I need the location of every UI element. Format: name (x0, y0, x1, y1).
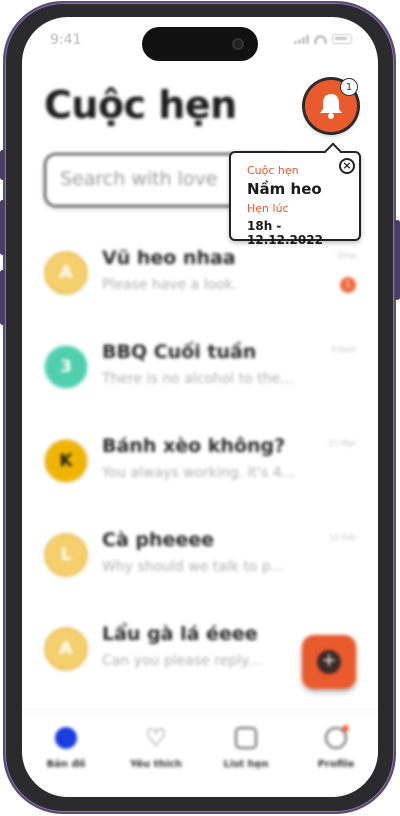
tab-profile[interactable]: Profile (296, 725, 376, 770)
list-item-time: 27 Mar (328, 439, 356, 448)
tab-appointments[interactable]: List hẹn (206, 727, 286, 770)
list-item[interactable]: L Cà pheeee Why should we talk to p... 1… (22, 523, 378, 593)
unread-badge: 1 (340, 277, 356, 293)
list-item-title: Cà pheeee (102, 529, 215, 551)
plus-icon: + (317, 650, 341, 674)
list-item-preview: Can you please reply... (102, 653, 261, 669)
page-title: Cuộc hẹn (44, 83, 237, 127)
list-item-time: 12 Feb (329, 533, 356, 542)
list-item-preview: You always working. It's 4... (102, 465, 296, 481)
app-screen: 9:41 Cuộc hẹn A Vũ heo nhaa Please have … (22, 17, 378, 797)
avatar: K (44, 439, 88, 483)
list-item-title: Bánh xèo không? (102, 435, 286, 457)
bell-icon (320, 94, 342, 119)
list-item[interactable]: K Bánh xèo không? You always working. It… (22, 429, 378, 499)
tab-bar: Bản đồ Yêu thích List hẹn Profile (22, 710, 378, 797)
list-icon (235, 727, 257, 749)
avatar: A (44, 627, 88, 671)
avatar: A (44, 251, 88, 295)
avatar: 3 (44, 345, 88, 389)
list-item[interactable]: A Vũ heo nhaa Please have a look. Urne 1 (22, 241, 378, 311)
tab-label: Yêu thích (129, 759, 183, 770)
tab-map[interactable]: Bản đồ (26, 727, 106, 770)
list-item[interactable]: 3 BBQ Cuối tuần There is no alcohol to t… (22, 335, 378, 405)
tab-label: List hẹn (223, 759, 269, 770)
tab-label: Bản đồ (46, 759, 86, 770)
list-item-time: Urne (337, 251, 356, 260)
list-item-preview: Please have a look. (102, 277, 238, 293)
power-button (395, 220, 400, 300)
avatar: L (44, 533, 88, 577)
popup-appointment-time: 18h - 12.12.2022 (247, 219, 323, 247)
popup-label-appointment: Cuộc hẹn (247, 164, 299, 177)
volume-up-button (0, 200, 5, 255)
list-item-title: Vũ heo nhaa (102, 247, 236, 269)
silent-switch (0, 150, 5, 180)
heart-icon (145, 727, 167, 749)
list-item-preview: Why should we talk to p... (102, 559, 285, 575)
tab-favorites[interactable]: Yêu thích (116, 727, 196, 770)
close-icon[interactable]: × (339, 158, 355, 174)
list-item-time: 3:0am (330, 345, 356, 354)
blurred-background: Cuộc hẹn A Vũ heo nhaa Please have a loo… (22, 17, 378, 797)
popup-appointment-name: Nầm heo (247, 180, 322, 198)
list-item-preview: There is no alcohol to the... (102, 371, 294, 387)
map-icon (55, 727, 77, 749)
notification-count-badge: 1 (340, 78, 358, 96)
appointment-popup: × Cuộc hẹn Nầm heo Hẹn lúc 18h - 12.12.2… (229, 142, 361, 247)
popup-label-time: Hẹn lúc (247, 202, 289, 215)
list-item-title: BBQ Cuối tuần (102, 341, 257, 363)
list-item-title: Lẩu gà lá éeee (102, 623, 258, 645)
tab-label: Profile (317, 759, 355, 770)
volume-down-button (0, 270, 5, 325)
add-appointment-button[interactable]: + (302, 635, 356, 689)
profile-icon (325, 725, 349, 749)
